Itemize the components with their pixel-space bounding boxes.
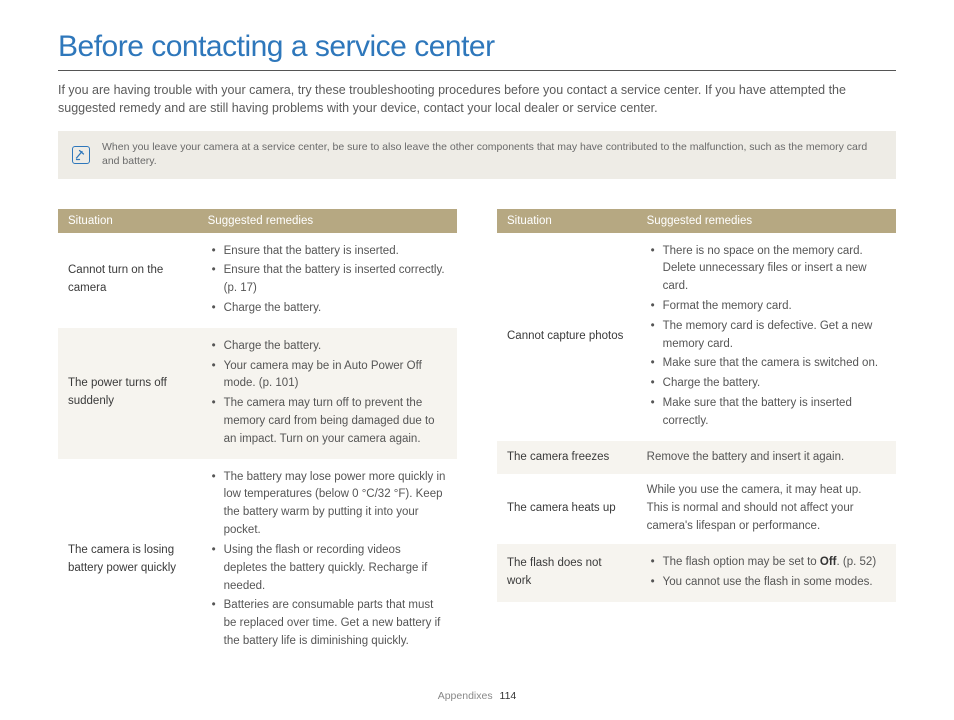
remedy-item: The battery may lose power more quickly … — [212, 469, 447, 540]
remedy-item: The memory card is defective. Get a new … — [651, 318, 886, 354]
remedy-item: You cannot use the flash in some modes. — [651, 574, 886, 592]
footer-page-number: 114 — [500, 690, 517, 702]
col-header-situation: Situation — [497, 209, 637, 233]
remedy-item: Charge the battery. — [212, 338, 447, 356]
troubleshoot-table-right: Situation Suggested remedies Cannot capt… — [497, 209, 896, 602]
col-header-situation: Situation — [58, 209, 198, 233]
note-box: When you leave your camera at a service … — [58, 131, 896, 178]
right-column: Situation Suggested remedies Cannot capt… — [497, 209, 896, 661]
tables-container: Situation Suggested remedies Cannot turn… — [58, 209, 896, 661]
table-row: The camera freezesRemove the battery and… — [497, 441, 896, 475]
remedy-cell: There is no space on the memory card. De… — [637, 233, 896, 441]
remedy-cell: While you use the camera, it may heat up… — [637, 474, 896, 543]
remedy-cell: The flash option may be set to Off. (p. … — [637, 544, 896, 602]
remedy-cell: The battery may lose power more quickly … — [198, 459, 457, 661]
remedy-item: Charge the battery. — [212, 300, 447, 318]
table-row: The camera heats upWhile you use the cam… — [497, 474, 896, 543]
col-header-remedies: Suggested remedies — [637, 209, 896, 233]
remedy-cell: Remove the battery and insert it again. — [637, 441, 896, 475]
situation-cell: Cannot turn on the camera — [58, 233, 198, 328]
troubleshoot-table-left: Situation Suggested remedies Cannot turn… — [58, 209, 457, 661]
remedy-item: Ensure that the battery is inserted. — [212, 243, 447, 261]
table-row: The power turns off suddenlyCharge the b… — [58, 328, 457, 459]
footer-section: Appendixes — [438, 690, 493, 702]
note-text: When you leave your camera at a service … — [102, 141, 882, 168]
note-icon — [72, 146, 90, 164]
remedy-item: Charge the battery. — [651, 375, 886, 393]
situation-cell: The camera heats up — [497, 474, 637, 543]
table-row: Cannot turn on the cameraEnsure that the… — [58, 233, 457, 328]
remedy-cell: Charge the battery. Your camera may be in… — [198, 328, 457, 459]
remedy-item: The flash option may be set to Off. (p. … — [651, 554, 886, 572]
intro-text: If you are having trouble with your came… — [58, 81, 896, 117]
situation-cell: The flash does not work — [497, 544, 637, 602]
table-row: The camera is losing battery power quick… — [58, 459, 457, 661]
remedy-item: Ensure that the battery is inserted corr… — [212, 262, 447, 298]
remedy-item: Make sure that the battery is inserted c… — [651, 395, 886, 431]
situation-cell: The power turns off suddenly — [58, 328, 198, 459]
col-header-remedies: Suggested remedies — [198, 209, 457, 233]
remedy-item: Your camera may be in Auto Power Off mod… — [212, 358, 447, 394]
situation-cell: The camera is losing battery power quick… — [58, 459, 198, 661]
remedy-item: Make sure that the camera is switched on… — [651, 355, 886, 373]
table-row: Cannot capture photos There is no space o… — [497, 233, 896, 441]
remedy-item: Format the memory card. — [651, 298, 886, 316]
remedy-item: Batteries are consumable parts that must… — [212, 597, 447, 650]
remedy-item: Using the flash or recording videos depl… — [212, 542, 447, 595]
page-footer: Appendixes 114 — [0, 690, 954, 702]
remedy-item: The camera may turn off to prevent the m… — [212, 395, 447, 448]
remedy-item: There is no space on the memory card. De… — [651, 243, 886, 296]
left-column: Situation Suggested remedies Cannot turn… — [58, 209, 457, 661]
situation-cell: Cannot capture photos — [497, 233, 637, 441]
table-row: The flash does not work The flash option … — [497, 544, 896, 602]
page-title: Before contacting a service center — [58, 30, 896, 71]
situation-cell: The camera freezes — [497, 441, 637, 475]
remedy-cell: Ensure that the battery is inserted.Ensu… — [198, 233, 457, 328]
